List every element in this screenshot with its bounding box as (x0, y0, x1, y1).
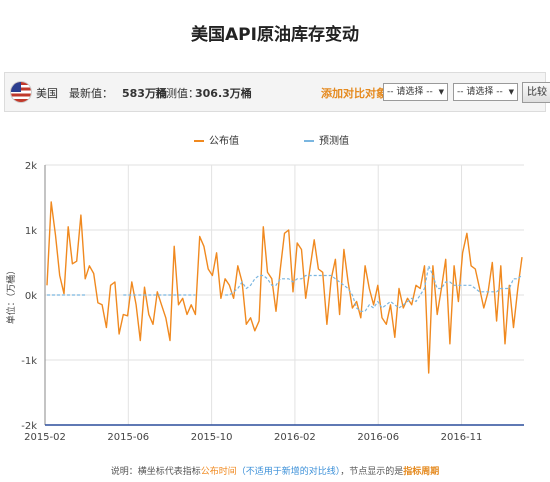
legend-published-swatch (194, 140, 204, 142)
x-tick-label: 2016-06 (357, 432, 399, 443)
legend-forecast[interactable]: 预测值 (304, 132, 349, 147)
x-tick-label: 2015-06 (107, 432, 149, 443)
y-tick-label: 1k (25, 226, 37, 237)
y-tick-label: -1k (21, 356, 37, 367)
y-tick-label: 0k (25, 291, 37, 302)
compare-select-2-value: -- 请选择 -- (457, 87, 503, 97)
legend-published[interactable]: 公布值 (194, 132, 239, 147)
x-tick-label: 2016-02 (274, 432, 316, 443)
us-flag-icon (11, 82, 31, 102)
chevron-down-icon: ▼ (438, 88, 444, 96)
legend-published-label: 公布值 (209, 136, 239, 147)
note-middle: ，节点显示的是 (340, 467, 404, 477)
legend-forecast-label: 预测值 (319, 136, 349, 147)
note-prefix: 说明：横坐标代表指标 (110, 467, 201, 477)
y-tick-label: -2k (21, 421, 37, 432)
compare-select-2[interactable]: -- 请选择 -- ▼ (453, 83, 518, 101)
y-tick-label: 2k (25, 161, 37, 172)
info-bar: 美国 最新值： 583万桶 预测值： 306.3万桶 添加对比对象： -- 请选… (4, 72, 550, 112)
note-publish-time: 公布时间 (200, 467, 237, 477)
page-title: 美国API原油库存变动 (191, 25, 359, 45)
compare-select-1-value: -- 请选择 -- (387, 87, 433, 97)
legend-forecast-swatch (304, 140, 314, 142)
note-period: 指标周期 (403, 467, 440, 477)
forecast-value-label: 预测值： (155, 87, 199, 100)
note-not-applicable: （不适用于新增的对比线） (236, 467, 341, 477)
x-tick-label: 2015-02 (24, 432, 66, 443)
chevron-down-icon: ▼ (508, 88, 514, 96)
latest-value-label: 最新值： (69, 87, 113, 100)
x-tick-label: 2016-11 (441, 432, 483, 443)
chart-note: 说明：横坐标代表指标公布时间（不适用于新增的对比线），节点显示的是指标周期 (0, 464, 550, 477)
x-tick-label: 2015-10 (191, 432, 233, 443)
country-label: 美国 (36, 87, 58, 100)
y-axis-label: 单位：（万桶） (5, 266, 17, 325)
compare-select-1[interactable]: -- 请选择 -- ▼ (383, 83, 448, 101)
compare-button[interactable]: 比较 (522, 82, 550, 103)
line-chart: 2k 1k 0k -1k -2k2015-02 2015-06 2015-10 2016-02… (5, 161, 524, 443)
forecast-value: 306.3万桶 (195, 87, 252, 100)
